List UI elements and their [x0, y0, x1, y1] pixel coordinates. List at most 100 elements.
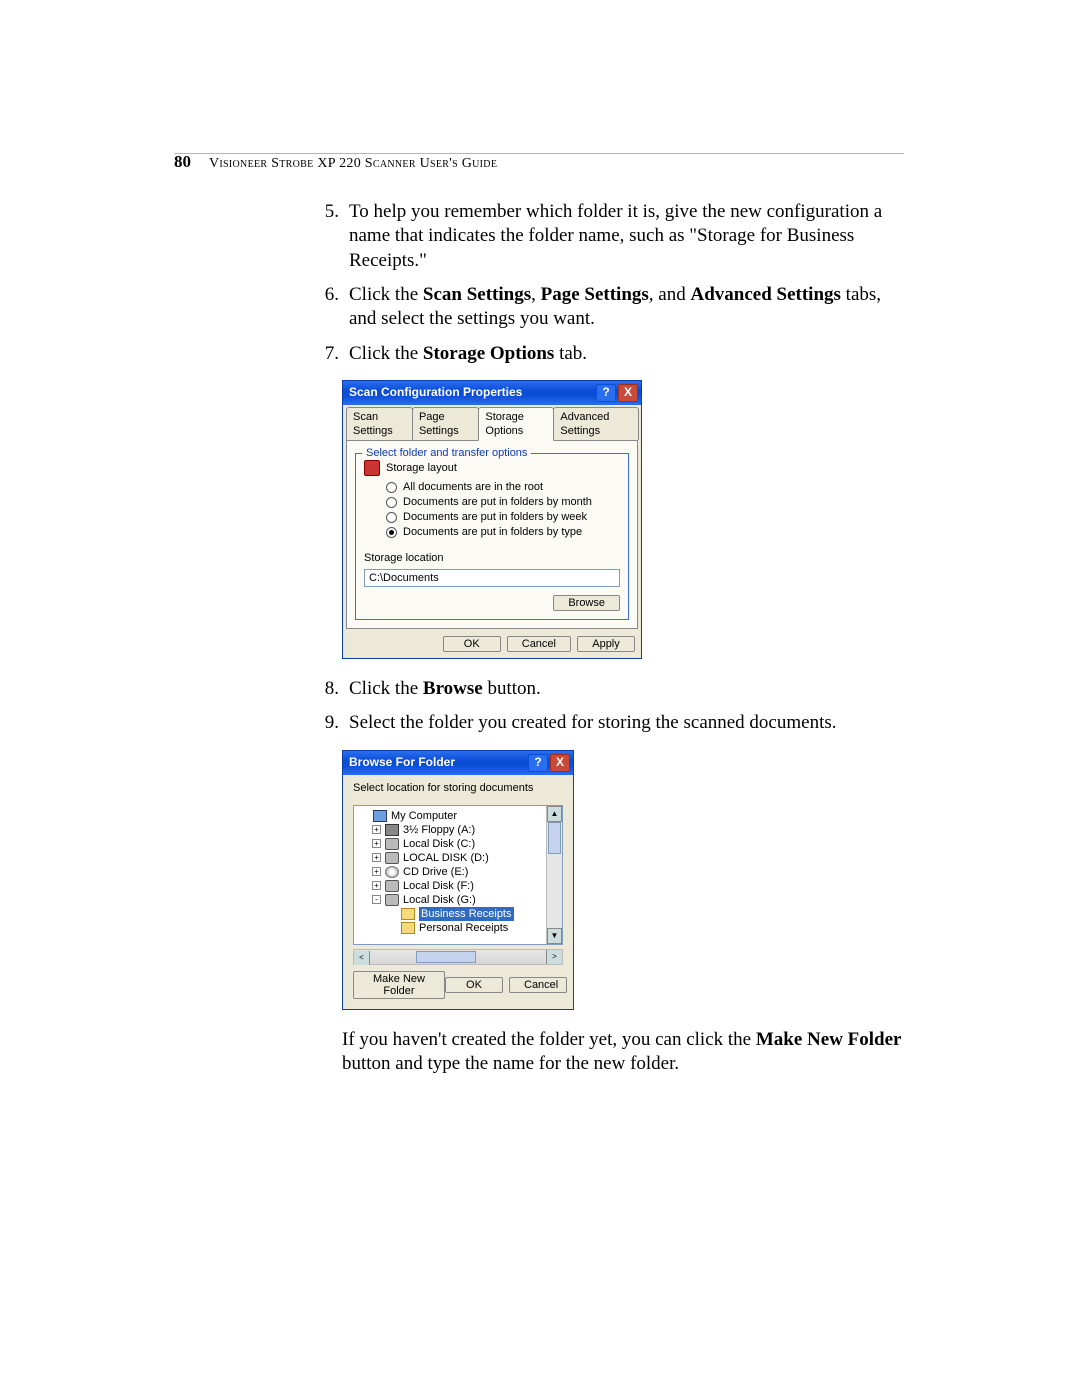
tab-advanced-settings[interactable]: Advanced Settings [553, 407, 639, 440]
cd-icon [385, 866, 399, 878]
expand-icon[interactable]: + [372, 825, 381, 834]
tab-strip: Scan Settings Page Settings Storage Opti… [346, 407, 638, 440]
storage-options-pane: Select folder and transfer options Stora… [346, 440, 638, 629]
followup-bold: Make New Folder [756, 1029, 902, 1050]
node-my-computer-label: My Computer [391, 809, 457, 823]
scroll-thumb[interactable] [548, 822, 561, 854]
radio-month-label: Documents are put in folders by month [403, 495, 592, 509]
hdd-icon [385, 838, 399, 850]
step-6-bold2: Page Settings [541, 284, 649, 305]
expand-icon[interactable]: + [372, 853, 381, 862]
radio-week-label: Documents are put in folders by week [403, 510, 587, 524]
node-disk-g[interactable]: - Local Disk (G:) [372, 893, 558, 907]
step-8-text: Click the Browse button. [349, 677, 904, 701]
storage-location-input[interactable] [364, 569, 620, 587]
step-6-number: 6. [314, 283, 339, 332]
step-7-text: Click the Storage Options tab. [349, 342, 904, 366]
node-disk-d[interactable]: + LOCAL DISK (D:) [372, 851, 558, 865]
group-legend: Select folder and transfer options [362, 446, 531, 460]
dialog1-container: Scan Configuration Properties ? X Scan S… [342, 380, 904, 659]
step-7: 7. Click the Storage Options tab. [314, 342, 904, 366]
hdd-icon [385, 880, 399, 892]
step-6-text: Click the Scan Settings, Page Settings, … [349, 283, 904, 332]
tab-page-settings[interactable]: Page Settings [412, 407, 479, 440]
scroll-left-button[interactable]: < [354, 951, 370, 965]
computer-icon [373, 810, 387, 822]
step-9: 9. Select the folder you created for sto… [314, 711, 904, 735]
expand-icon[interactable]: + [372, 839, 381, 848]
floppy-icon [385, 824, 399, 836]
radio-type-indicator[interactable] [386, 527, 397, 538]
dialog2-close-button[interactable]: X [550, 754, 570, 772]
tab-scan-settings[interactable]: Scan Settings [346, 407, 413, 440]
dialog2-instruction: Select location for storing documents [343, 775, 573, 797]
expand-icon[interactable]: + [372, 881, 381, 890]
step-6-bold1: Scan Settings [423, 284, 531, 305]
node-floppy-label: 3½ Floppy (A:) [403, 823, 475, 837]
apply-button[interactable]: Apply [577, 636, 635, 652]
scroll-right-button[interactable]: > [546, 950, 562, 964]
node-business-label: Business Receipts [419, 907, 514, 921]
followup-post: button and type the name for the new fol… [342, 1053, 679, 1074]
storage-layout-row: Storage layout [364, 460, 620, 476]
close-button[interactable]: X [618, 384, 638, 402]
scroll-up-button[interactable]: ▲ [547, 806, 562, 822]
folder-tree[interactable]: My Computer +3½ Floppy (A:) +Local Disk … [353, 805, 563, 945]
step-6-pre: Click the [349, 284, 423, 305]
followup-text: If you haven't created the folder yet, y… [342, 1028, 902, 1077]
dialog2-titlebar[interactable]: Browse For Folder ? X [343, 751, 573, 775]
step-8-pre: Click the [349, 678, 423, 699]
step-9-number: 9. [314, 711, 339, 735]
node-c-label: Local Disk (C:) [403, 837, 475, 851]
node-floppy[interactable]: +3½ Floppy (A:) [372, 823, 558, 837]
make-new-folder-button[interactable]: Make New Folder [353, 971, 445, 999]
radio-root-indicator[interactable] [386, 482, 397, 493]
dialog2-cancel-button[interactable]: Cancel [509, 977, 567, 993]
step-7-number: 7. [314, 342, 339, 366]
transfer-options-group: Select folder and transfer options Stora… [355, 453, 629, 620]
node-personal-label: Personal Receipts [419, 921, 508, 935]
page-header: 80 Visioneer Strobe XP 220 Scanner User'… [174, 153, 904, 172]
radio-root[interactable]: All documents are in the root [386, 480, 620, 494]
dialog2-help-button[interactable]: ? [528, 754, 548, 772]
radio-month[interactable]: Documents are put in folders by month [386, 495, 620, 509]
node-g-label: Local Disk (G:) [403, 893, 476, 907]
browse-folder-dialog: Browse For Folder ? X Select location fo… [342, 750, 574, 1010]
expand-icon[interactable]: + [372, 867, 381, 876]
scroll-down-button[interactable]: ▼ [547, 928, 562, 944]
dialog1-button-row: OK Cancel Apply [343, 632, 641, 658]
node-business-receipts[interactable]: Business Receipts [386, 907, 558, 921]
folder-icon [401, 922, 415, 934]
radio-week[interactable]: Documents are put in folders by week [386, 510, 620, 524]
storage-layout-icon [364, 460, 380, 476]
step-6-mid1: , [531, 284, 541, 305]
radio-month-indicator[interactable] [386, 497, 397, 508]
node-cd-e[interactable]: +CD Drive (E:) [372, 865, 558, 879]
radio-type[interactable]: Documents are put in folders by type [386, 525, 620, 539]
storage-layout-label: Storage layout [386, 461, 457, 475]
radio-week-indicator[interactable] [386, 512, 397, 523]
node-disk-c[interactable]: + Local Disk (C:) [372, 837, 558, 851]
scan-config-dialog: Scan Configuration Properties ? X Scan S… [342, 380, 642, 659]
step-5: 5. To help you remember which folder it … [314, 200, 904, 273]
ok-button[interactable]: OK [443, 636, 501, 652]
browse-button[interactable]: Browse [553, 595, 620, 611]
dialog2-ok-button[interactable]: OK [445, 977, 503, 993]
dialog2-container: Browse For Folder ? X Select location fo… [342, 750, 904, 1010]
help-button[interactable]: ? [596, 384, 616, 402]
collapse-icon[interactable]: - [372, 895, 381, 904]
step-8: 8. Click the Browse button. [314, 677, 904, 701]
horizontal-scrollbar[interactable]: < > [353, 949, 563, 965]
node-d-label: LOCAL DISK (D:) [403, 851, 489, 865]
dialog1-titlebar[interactable]: Scan Configuration Properties ? X [343, 381, 641, 405]
vertical-scrollbar[interactable]: ▲ ▼ [546, 806, 562, 944]
step-6: 6. Click the Scan Settings, Page Setting… [314, 283, 904, 332]
hscroll-thumb[interactable] [416, 951, 476, 963]
node-my-computer[interactable]: My Computer [358, 809, 558, 823]
cancel-button[interactable]: Cancel [507, 636, 571, 652]
node-disk-f[interactable]: +Local Disk (F:) [372, 879, 558, 893]
step-6-mid2: , and [649, 284, 691, 305]
node-personal-receipts[interactable]: Personal Receipts [386, 921, 558, 935]
radio-type-label: Documents are put in folders by type [403, 525, 582, 539]
tab-storage-options[interactable]: Storage Options [478, 407, 554, 441]
